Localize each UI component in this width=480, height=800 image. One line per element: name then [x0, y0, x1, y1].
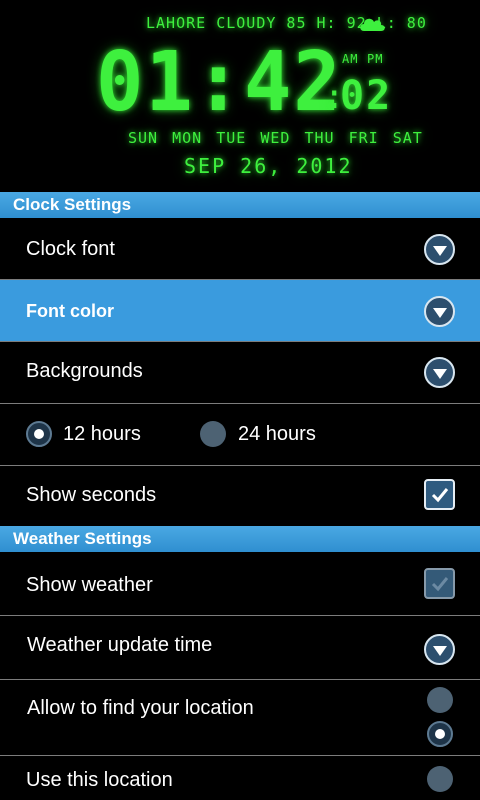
chevron-down-icon[interactable]	[424, 357, 455, 388]
show-seconds-checkbox[interactable]	[424, 479, 455, 510]
show-weather-row[interactable]: Show weather	[0, 552, 480, 616]
location-option-on[interactable]	[427, 721, 453, 747]
clock-time: 01:42	[96, 35, 343, 130]
chevron-down-icon[interactable]	[424, 234, 455, 265]
hours-24-label: 24 hours	[238, 423, 316, 445]
use-location-radio[interactable]	[427, 766, 453, 792]
clock-seconds: 02	[340, 73, 393, 119]
chevron-down-icon[interactable]	[424, 634, 455, 665]
weekday-strip: SUN MON TUE WED THU FRI SAT	[128, 129, 423, 147]
show-seconds-row[interactable]: Show seconds	[0, 466, 480, 526]
show-seconds-label: Show seconds	[26, 484, 157, 506]
pm-indicator: PM	[367, 52, 384, 66]
radio-24-hours[interactable]	[200, 421, 226, 447]
hour-format-row: 12 hours 24 hours	[0, 404, 480, 466]
font-color-row[interactable]: Font color	[0, 280, 480, 342]
weather-update-row[interactable]: Weather update time	[0, 616, 480, 680]
am-indicator: AM	[342, 52, 359, 66]
clock-font-label: Clock font	[26, 238, 115, 260]
allow-location-row: Allow to find your location	[0, 680, 480, 756]
clock-display: LAHORE CLOUDY 85 H: 92 L: 80 01:42 AM PM…	[0, 0, 480, 192]
clock-date: SEP 26, 2012	[184, 154, 353, 178]
cloud-icon	[360, 18, 385, 31]
backgrounds-label: Backgrounds	[26, 360, 143, 382]
weather-update-label: Weather update time	[27, 634, 213, 656]
checkmark-icon	[431, 576, 448, 591]
chevron-down-icon[interactable]	[424, 296, 455, 327]
radio-12-hours[interactable]	[26, 421, 52, 447]
allow-location-label: Allow to find your location	[27, 697, 254, 719]
clock-font-row[interactable]: Clock font	[0, 218, 480, 280]
location-option-off[interactable]	[427, 687, 453, 713]
backgrounds-row[interactable]: Backgrounds	[0, 342, 480, 404]
clock-settings-header: Clock Settings	[0, 192, 480, 218]
show-weather-label: Show weather	[26, 574, 153, 596]
font-color-label: Font color	[26, 301, 114, 321]
hours-12-label: 12 hours	[63, 423, 141, 445]
use-location-label: Use this location	[26, 769, 173, 791]
checkmark-icon	[431, 487, 448, 502]
weather-settings-header: Weather Settings	[0, 526, 480, 552]
show-weather-checkbox[interactable]	[424, 568, 455, 599]
use-location-row[interactable]: Use this location	[0, 756, 480, 800]
